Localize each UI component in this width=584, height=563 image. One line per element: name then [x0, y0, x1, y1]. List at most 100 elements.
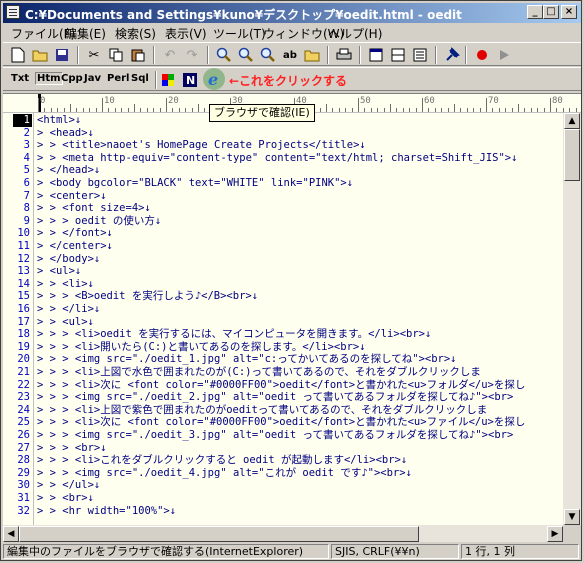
- window-list-icon[interactable]: [411, 46, 429, 64]
- code-text[interactable]: > > > <li>次に <font color="#0000FF00">oed…: [37, 379, 525, 392]
- find-icon[interactable]: [215, 46, 233, 64]
- code-text[interactable]: > </center>↓: [37, 240, 113, 253]
- window-split-icon[interactable]: [389, 46, 407, 64]
- code-text[interactable]: > <center>↓: [37, 190, 107, 203]
- scroll-down-button[interactable]: ▼: [564, 509, 580, 525]
- code-line[interactable]: 15 > > > <B>oedit を実行しよう♪</B><br>↓: [3, 290, 563, 303]
- code-line[interactable]: 6 > <body bgcolor="BLACK" text="WHITE" li…: [3, 177, 563, 190]
- code-line[interactable]: 4 > > <meta http-equiv="content-type" con…: [3, 152, 563, 165]
- code-line[interactable]: 2 > <head>↓: [3, 127, 563, 140]
- code-text[interactable]: > > > <li>次に <font color="#0000FF00">oed…: [37, 416, 525, 429]
- code-line[interactable]: 9 > > > oedit の使い方↓: [3, 215, 563, 228]
- code-text[interactable]: > > > <br>↓: [37, 442, 107, 455]
- code-text[interactable]: > > > <li>oedit を実行するには、マイコンピュータを開きます。</…: [37, 328, 431, 341]
- record-macro-icon[interactable]: [473, 46, 491, 64]
- open-folder-icon[interactable]: [31, 46, 49, 64]
- internet-explorer-icon[interactable]: e: [203, 68, 225, 90]
- code-line[interactable]: 11 > </center>↓: [3, 240, 563, 253]
- scroll-h-thumb[interactable]: [19, 526, 419, 542]
- code-line[interactable]: 3 > > <title>naoet's HomePage Create Proj…: [3, 139, 563, 152]
- print-icon[interactable]: [335, 46, 353, 64]
- pin-icon[interactable]: [443, 46, 461, 64]
- code-line[interactable]: 16 > > </li>↓: [3, 303, 563, 316]
- code-text[interactable]: > > <br>↓: [37, 492, 94, 505]
- scroll-thumb[interactable]: [564, 129, 580, 181]
- code-line[interactable]: 25 > > > <li>次に <font color="#0000FF00">o…: [3, 416, 563, 429]
- code-text[interactable]: > > <li>↓: [37, 278, 94, 291]
- code-line[interactable]: 29 > > > <img src="./oedit_4.jpg" alt="これ…: [3, 467, 563, 480]
- code-line[interactable]: 23 > > > <img src="./oedit_2.jpg" alt="oe…: [3, 391, 563, 404]
- code-line[interactable]: 12 > </body>↓: [3, 253, 563, 266]
- code-text[interactable]: > > > <li>これをダブルクリックすると oedit が起動します</li…: [37, 454, 407, 467]
- code-line[interactable]: 19 > > > <li>開いたら(C:)と書いてあるのを探します。</li><b…: [3, 341, 563, 354]
- paste-icon[interactable]: [129, 46, 147, 64]
- code-line[interactable]: 13 > <ul>↓: [3, 265, 563, 278]
- lang-jav-button[interactable]: Jav: [84, 73, 101, 84]
- code-text[interactable]: > > <meta http-equiv="content-type" cont…: [37, 152, 517, 165]
- code-line[interactable]: 26 > > > <img src="./oedit_3.jpg" alt="oe…: [3, 429, 563, 442]
- close-button[interactable]: ×: [561, 5, 577, 19]
- find-next-icon[interactable]: [237, 46, 255, 64]
- redo-icon[interactable]: ↷: [183, 46, 201, 64]
- code-text[interactable]: > > > <B>oedit を実行しよう♪</B><br>↓: [37, 290, 258, 303]
- code-text[interactable]: > </body>↓: [37, 253, 100, 266]
- replace-icon[interactable]: ab: [281, 46, 299, 64]
- grep-icon[interactable]: [303, 46, 321, 64]
- code-text[interactable]: > <ul>↓: [37, 265, 81, 278]
- code-text[interactable]: > > <title>naoet's HomePage Create Proje…: [37, 139, 366, 152]
- code-text[interactable]: > <head>↓: [37, 127, 94, 140]
- code-text[interactable]: > > > <img src="./oedit_3.jpg" alt="oedi…: [37, 429, 513, 442]
- code-line[interactable]: 10 > > </font>↓: [3, 227, 563, 240]
- code-text[interactable]: > > </li>↓: [37, 303, 100, 316]
- scroll-left-button[interactable]: ◀: [3, 526, 19, 542]
- code-text[interactable]: > > <hr width="100%">↓: [37, 505, 176, 518]
- netscape-icon[interactable]: N: [181, 71, 199, 89]
- menu-search[interactable]: 検索(S): [115, 25, 156, 42]
- copy-icon[interactable]: [107, 46, 125, 64]
- cut-icon[interactable]: ✂: [85, 46, 103, 64]
- code-text[interactable]: > > > oedit の使い方↓: [37, 215, 161, 228]
- code-line[interactable]: 22 > > > <li>次に <font color="#0000FF00">o…: [3, 379, 563, 392]
- code-line[interactable]: 32 > > <hr width="100%">↓: [3, 505, 563, 518]
- code-text[interactable]: > > </font>↓: [37, 227, 113, 240]
- undo-icon[interactable]: ↶: [161, 46, 179, 64]
- find-prev-icon[interactable]: [259, 46, 277, 64]
- code-line[interactable]: 18 > > > <li>oedit を実行するには、マイコンピュータを開きます。…: [3, 328, 563, 341]
- code-text[interactable]: > <body bgcolor="BLACK" text="WHITE" lin…: [37, 177, 353, 190]
- menu-edit[interactable]: 編集(E): [65, 25, 106, 42]
- code-text[interactable]: > > > <img src="./oedit_1.jpg" alt="c:って…: [37, 353, 457, 366]
- maximize-button[interactable]: □: [543, 5, 559, 19]
- code-text[interactable]: > > <ul>↓: [37, 316, 94, 329]
- code-line[interactable]: 24 > > > <li>上図で紫色で囲まれたのがoeditって書いてあるので、そ…: [3, 404, 563, 417]
- vertical-scrollbar[interactable]: ▲ ▼: [563, 113, 581, 525]
- code-line[interactable]: 27 > > > <br>↓: [3, 442, 563, 455]
- menu-help[interactable]: ヘルプ(H): [328, 25, 382, 42]
- minimize-button[interactable]: _: [527, 5, 543, 19]
- code-line[interactable]: 21 > > > <li>上図で水色で囲まれたのが(C:)って書いてあるので、それ…: [3, 366, 563, 379]
- code-line[interactable]: 5 > </head>↓: [3, 164, 563, 177]
- save-icon[interactable]: [53, 46, 71, 64]
- menu-view[interactable]: 表示(V): [165, 25, 207, 42]
- code-text[interactable]: > > > <img src="./oedit_4.jpg" alt="これが …: [37, 467, 412, 480]
- code-text[interactable]: > > </ul>↓: [37, 479, 100, 492]
- lang-htm-button[interactable]: Htm: [35, 72, 63, 85]
- code-text[interactable]: <html>↓: [37, 114, 81, 127]
- lang-cpp-button[interactable]: Cpp: [61, 73, 83, 84]
- code-text[interactable]: > > > <li>開いたら(C:)と書いてあるのを探します。</li><br>…: [37, 341, 366, 354]
- window-single-icon[interactable]: [367, 46, 385, 64]
- code-line[interactable]: 31 > > <br>↓: [3, 492, 563, 505]
- code-text[interactable]: > > > <img src="./oedit_2.jpg" alt="oedi…: [37, 391, 513, 404]
- code-line[interactable]: 7 > <center>↓: [3, 190, 563, 203]
- code-text[interactable]: > </head>↓: [37, 164, 100, 177]
- code-text[interactable]: > > <font size=4>↓: [37, 202, 151, 215]
- code-line[interactable]: 14 > > <li>↓: [3, 278, 563, 291]
- code-line[interactable]: 28 > > > <li>これをダブルクリックすると oedit が起動します</…: [3, 454, 563, 467]
- code-line[interactable]: 20 > > > <img src="./oedit_1.jpg" alt="c:…: [3, 353, 563, 366]
- color-palette-icon[interactable]: [159, 71, 177, 89]
- lang-perl-button[interactable]: Perl: [107, 73, 129, 84]
- code-text[interactable]: > > > <li>上図で紫色で囲まれたのがoeditって書いてあるので、それを…: [37, 404, 487, 417]
- code-text[interactable]: > > > <li>上図で水色で囲まれたのが(C:)って書いてあるので、それをダ…: [37, 366, 481, 379]
- text-editor[interactable]: 1 <html>↓ 2 > <head>↓ 3 > > <title>naoet's Ho…: [3, 113, 563, 525]
- scroll-right-button[interactable]: ▶: [547, 526, 563, 542]
- code-line[interactable]: 17 > > <ul>↓: [3, 316, 563, 329]
